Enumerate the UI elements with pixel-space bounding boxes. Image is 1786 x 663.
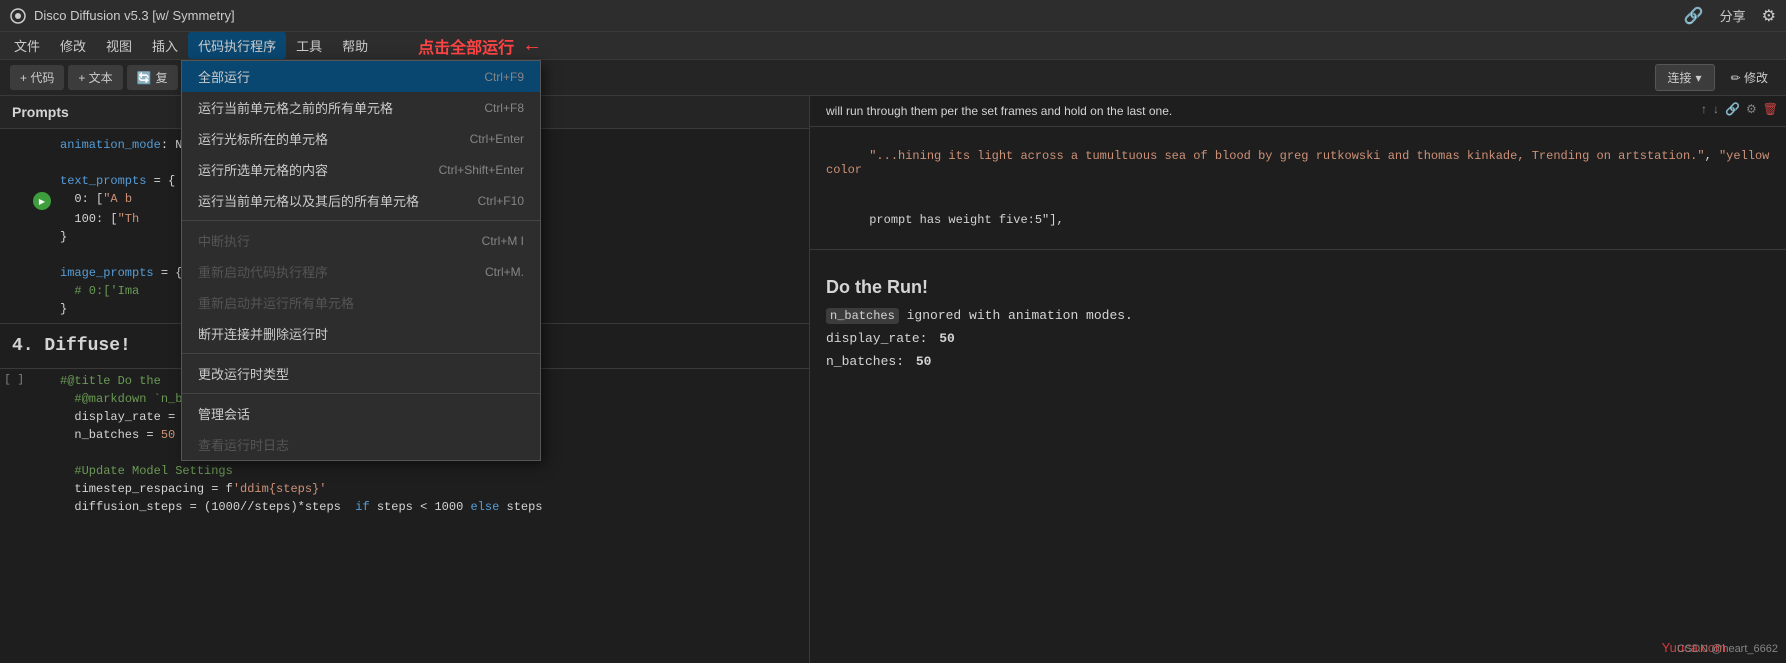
text-content-area: will run through them per the set frames…: [810, 96, 1786, 127]
dropdown-divider: [182, 220, 540, 221]
n-batches-param-label: n_batches:: [826, 354, 904, 369]
code-string-1: "...hining its light across a tumultuous…: [869, 149, 1704, 163]
dropdown-menu: 全部运行 Ctrl+F9 运行当前单元格之前的所有单元格 Ctrl+F8 运行光…: [181, 60, 541, 461]
dropdown-item-run-selected[interactable]: 运行所选单元格的内容 Ctrl+Shift+Enter: [182, 154, 540, 185]
menu-insert[interactable]: 插入: [142, 32, 188, 59]
n-batches-key: n_batches: [826, 308, 899, 324]
dropdown-item-disconnect[interactable]: 断开连接并删除运行时: [182, 318, 540, 349]
app-title: Disco Diffusion v5.3 [w/ Symmetry]: [34, 8, 235, 23]
dropdown-item-change-runtime[interactable]: 更改运行时类型: [182, 358, 540, 389]
code-line: diffusion_steps = (1000//steps)*steps if…: [0, 499, 809, 517]
cell-toolbar-icons: ↑ ↓ 🔗 ⚙ 🗑: [1701, 102, 1778, 116]
share-button[interactable]: 分享: [1720, 6, 1746, 25]
right-panel: will run through them per the set frames…: [810, 96, 1786, 663]
toolbar-right: 连接 ▾ ✏ 修改: [1655, 64, 1776, 91]
connect-button[interactable]: 连接 ▾: [1655, 64, 1715, 91]
menu-edit[interactable]: 修改: [50, 32, 96, 59]
settings-icon[interactable]: ⚙: [1762, 6, 1776, 26]
display-rate-label: display_rate:: [826, 331, 927, 346]
code-block-right-2: prompt has weight five:5"],: [810, 199, 1786, 249]
dropdown-item-run-cursor[interactable]: 运行光标所在的单元格 Ctrl+Enter: [182, 123, 540, 154]
dropdown-item-run-before[interactable]: 运行当前单元格之前的所有单元格 Ctrl+F8: [182, 92, 540, 123]
display-rate-value: 50: [939, 331, 955, 346]
watermark-csdn: CSDN @heart_6662: [1677, 643, 1778, 655]
link-icon[interactable]: 🔗: [1725, 102, 1740, 116]
description-text: will run through them per the set frames…: [826, 104, 1172, 118]
connect-dropdown-icon: ▾: [1696, 71, 1702, 85]
n-batches-desc-line: n_batches ignored with animation modes.: [826, 308, 1770, 323]
menu-file[interactable]: 文件: [4, 32, 50, 59]
code-text-1: ,: [1705, 149, 1719, 163]
arrow-icon: ←: [522, 34, 542, 57]
settings-icon[interactable]: ⚙: [1746, 102, 1757, 116]
title-bar: Disco Diffusion v5.3 [w/ Symmetry] 🔗 分享 …: [0, 0, 1786, 32]
title-bar-actions: 🔗 分享 ⚙: [1684, 6, 1776, 26]
code-block-right: "...hining its light across a tumultuous…: [810, 127, 1786, 199]
do-run-section: Do the Run! n_batches ignored with anima…: [810, 265, 1786, 389]
up-arrow-icon[interactable]: ↑: [1701, 102, 1707, 116]
app-logo: [10, 8, 26, 24]
do-run-title: Do the Run!: [826, 277, 1770, 298]
delete-icon[interactable]: 🗑: [1763, 102, 1778, 116]
n-batches-value: 50: [916, 354, 932, 369]
dropdown-item-restart-all: 重新启动并运行所有单元格: [182, 287, 540, 318]
dropdown-divider: [182, 393, 540, 394]
code-line: timestep_respacing = f'ddim{steps}': [0, 481, 809, 499]
dropdown-item-interrupt: 中断执行 Ctrl+M I: [182, 225, 540, 256]
dropdown-divider: [182, 353, 540, 354]
restore-button[interactable]: 🔄 复: [127, 65, 178, 90]
pencil-icon: ✏: [1731, 71, 1741, 85]
n-batches-line: n_batches: 50: [826, 354, 1770, 369]
dropdown-item-view-logs: 查看运行时日志: [182, 429, 540, 460]
prompt-weight-text: prompt has weight five:5: [869, 213, 1042, 227]
menu-runtime[interactable]: 代码执行程序: [188, 32, 286, 59]
code-line: #Update Model Settings: [0, 463, 809, 481]
display-rate-line: display_rate: 50: [826, 331, 1770, 346]
dropdown-item-run-after[interactable]: 运行当前单元格以及其后的所有单元格 Ctrl+F10: [182, 185, 540, 216]
restore-icon: 🔄: [137, 71, 152, 85]
scrollbar-area[interactable]: [810, 249, 1786, 257]
link-icon[interactable]: 🔗: [1684, 6, 1704, 26]
add-text-button[interactable]: + 文本: [68, 65, 122, 90]
add-code-button[interactable]: + 代码: [10, 65, 64, 90]
dropdown-item-manage-sessions[interactable]: 管理会话: [182, 398, 540, 429]
menu-bar: 文件 修改 视图 插入 代码执行程序 工具 帮助 点击全部运行 ←: [0, 32, 1786, 60]
run-all-label: 点击全部运行: [418, 34, 514, 58]
dropdown-item-run-all[interactable]: 全部运行 Ctrl+F9: [182, 61, 540, 92]
run-cell-button[interactable]: ▶: [33, 192, 51, 210]
edit-button[interactable]: ✏ 修改: [1723, 65, 1776, 90]
dropdown-item-restart: 重新启动代码执行程序 Ctrl+M.: [182, 256, 540, 287]
menu-tools[interactable]: 工具: [286, 32, 332, 59]
menu-help[interactable]: 帮助: [332, 32, 378, 59]
menu-view[interactable]: 视图: [96, 32, 142, 59]
down-arrow-icon[interactable]: ↓: [1713, 102, 1719, 116]
